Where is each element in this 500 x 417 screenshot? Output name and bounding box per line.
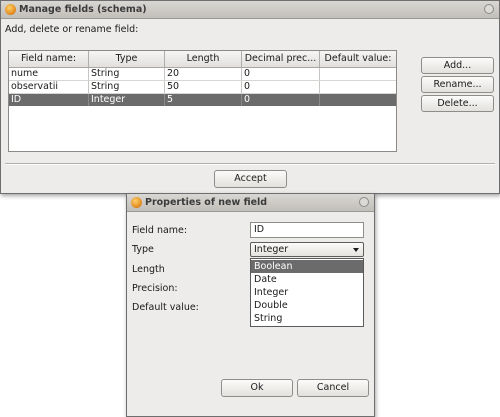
type-option-date[interactable]: Date — [251, 273, 363, 286]
type-select-value: Integer — [254, 244, 289, 255]
column-header-decimal-precision[interactable]: Decimal prec... — [242, 51, 320, 67]
instruction-label: Add, delete or rename field: — [5, 24, 139, 35]
close-icon[interactable] — [484, 4, 494, 14]
table-row[interactable]: observatii String 50 0 — [9, 81, 396, 94]
manage-fields-title: Manage fields (schema) — [19, 4, 147, 15]
column-header-default-value[interactable]: Default value: — [320, 51, 396, 67]
app-icon — [5, 4, 16, 15]
column-header-length[interactable]: Length — [165, 51, 242, 67]
delete-button[interactable]: Delete... — [421, 95, 494, 112]
cell-field-name: ID — [9, 94, 89, 106]
properties-dialog: Properties of new field Field name: ID T… — [126, 193, 375, 417]
length-label: Length — [132, 264, 165, 275]
type-option-string[interactable]: String — [251, 312, 363, 325]
app-icon — [131, 197, 142, 208]
add-button[interactable]: Add... — [421, 57, 494, 74]
field-name-input[interactable]: ID — [250, 222, 364, 238]
cell-length: 50 — [165, 81, 242, 93]
column-header-type[interactable]: Type — [89, 51, 165, 67]
cell-field-name: observatii — [9, 81, 89, 93]
cell-length: 20 — [165, 68, 242, 80]
cell-length: 5 — [165, 94, 242, 106]
type-select[interactable]: Integer — [250, 242, 364, 257]
chevron-down-icon — [353, 248, 359, 252]
cancel-button[interactable]: Cancel — [297, 379, 369, 397]
table-row[interactable]: nume String 20 0 — [9, 68, 396, 81]
table-row-selected[interactable]: ID Integer 5 0 — [9, 94, 396, 106]
rename-button[interactable]: Rename... — [421, 76, 494, 93]
ok-button[interactable]: Ok — [221, 379, 293, 397]
cell-default — [320, 94, 396, 106]
default-value-label: Default value: — [132, 302, 199, 313]
cell-decimal: 0 — [242, 94, 320, 106]
cell-default — [320, 81, 396, 93]
cell-type: Integer — [89, 94, 165, 106]
table-header: Field name: Type Length Decimal prec... … — [9, 51, 396, 68]
properties-title: Properties of new field — [145, 197, 268, 208]
cell-decimal: 0 — [242, 68, 320, 80]
fields-table[interactable]: Field name: Type Length Decimal prec... … — [8, 50, 397, 152]
properties-titlebar[interactable]: Properties of new field — [127, 194, 374, 212]
field-name-label: Field name: — [132, 225, 188, 236]
cell-default — [320, 68, 396, 80]
column-header-field-name[interactable]: Field name: — [9, 51, 89, 67]
type-option-boolean[interactable]: Boolean — [251, 260, 363, 273]
close-icon[interactable] — [359, 197, 369, 207]
type-label: Type — [132, 244, 154, 255]
cell-type: String — [89, 81, 165, 93]
type-dropdown-list[interactable]: Boolean Date Integer Double String — [250, 258, 364, 327]
cell-type: String — [89, 68, 165, 80]
manage-fields-titlebar[interactable]: Manage fields (schema) — [1, 1, 499, 19]
precision-label: Precision: — [132, 283, 178, 294]
type-option-integer[interactable]: Integer — [251, 286, 363, 299]
accept-button[interactable]: Accept — [214, 170, 287, 188]
type-option-double[interactable]: Double — [251, 299, 363, 312]
cell-decimal: 0 — [242, 81, 320, 93]
cell-field-name: nume — [9, 68, 89, 80]
dialog-divider — [5, 163, 495, 165]
manage-fields-dialog: Manage fields (schema) Add, delete or re… — [0, 0, 500, 194]
